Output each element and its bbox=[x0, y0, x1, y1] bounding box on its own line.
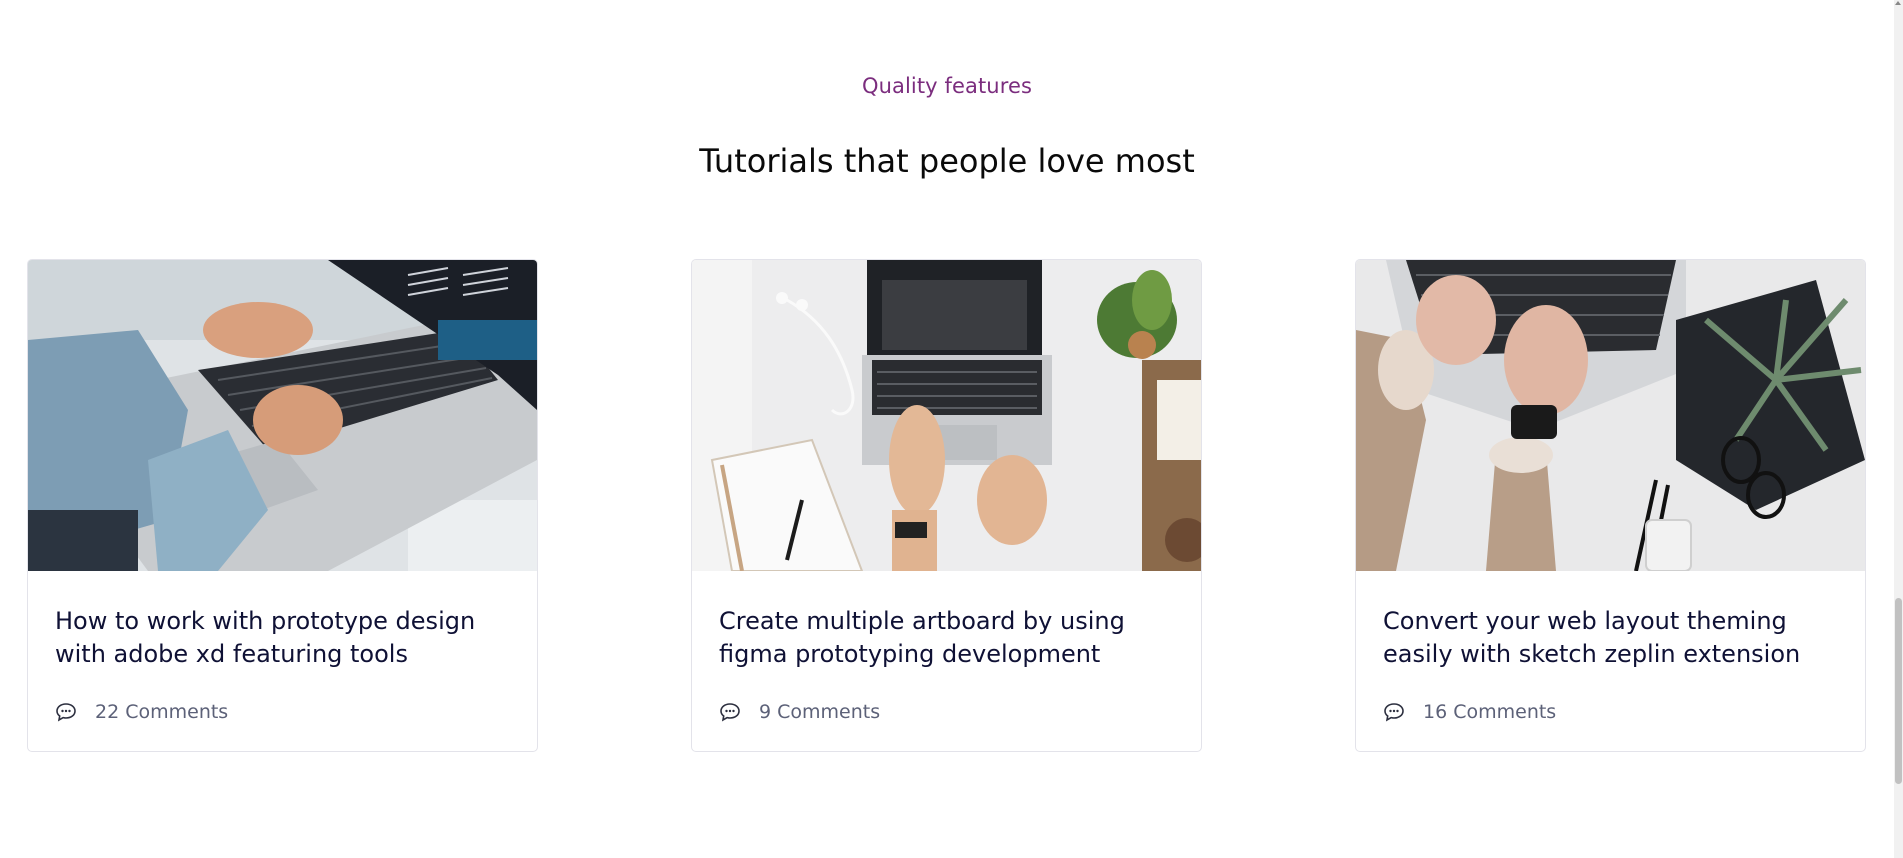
tutorials-section: Quality features Tutorials that people l… bbox=[0, 0, 1903, 858]
section-eyebrow: Quality features bbox=[861, 74, 1033, 98]
tutorial-card[interactable]: How to work with prototype design with a… bbox=[27, 259, 538, 752]
section-title: Tutorials that people love most bbox=[699, 142, 1195, 180]
comment-count[interactable]: 9 Comments bbox=[759, 701, 880, 723]
comment-icon bbox=[1384, 703, 1404, 722]
comment-icon bbox=[56, 703, 76, 722]
card-image-laptop-plant[interactable] bbox=[1356, 260, 1865, 571]
card-image-laptop-typing[interactable] bbox=[28, 260, 537, 571]
card-image-laptop-desk[interactable] bbox=[692, 260, 1201, 571]
card-meta: 22 Comments bbox=[55, 700, 228, 724]
comment-count[interactable]: 22 Comments bbox=[95, 701, 228, 723]
card-title[interactable]: Convert your web layout theming easily w… bbox=[1383, 605, 1843, 671]
card-title[interactable]: Create multiple artboard by using figma … bbox=[719, 605, 1179, 671]
tutorial-card[interactable]: Convert your web layout theming easily w… bbox=[1355, 259, 1866, 752]
comment-count[interactable]: 16 Comments bbox=[1423, 701, 1556, 723]
scrollbar-thumb[interactable] bbox=[1895, 598, 1902, 784]
card-meta: 16 Comments bbox=[1383, 700, 1556, 724]
comment-icon bbox=[720, 703, 740, 722]
scrollbar-track[interactable] bbox=[1894, 0, 1903, 858]
card-meta: 9 Comments bbox=[719, 700, 880, 724]
scroll-up-arrow-icon[interactable] bbox=[1895, 1, 1901, 5]
card-title[interactable]: How to work with prototype design with a… bbox=[55, 605, 515, 671]
tutorial-card[interactable]: Create multiple artboard by using figma … bbox=[691, 259, 1202, 752]
